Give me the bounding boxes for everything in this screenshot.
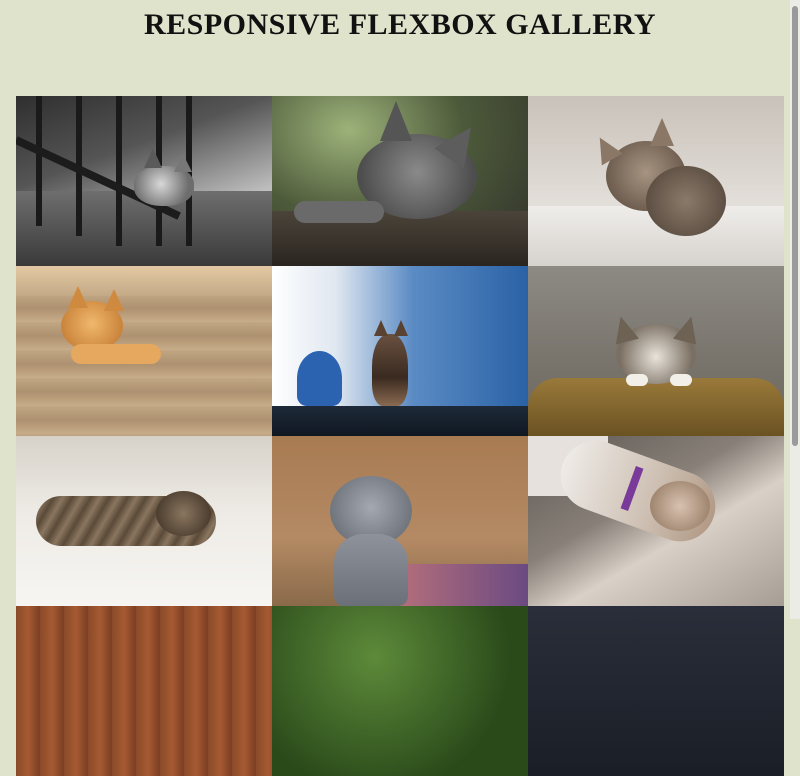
gallery-image[interactable] <box>16 436 272 606</box>
vertical-scrollbar[interactable] <box>790 0 800 619</box>
gallery-image[interactable] <box>528 606 784 776</box>
gallery-image[interactable] <box>272 606 528 776</box>
gallery-image[interactable] <box>272 266 528 436</box>
gallery-image[interactable] <box>16 96 272 266</box>
gallery-image[interactable] <box>528 436 784 606</box>
gallery-image[interactable] <box>16 266 272 436</box>
gallery-image[interactable] <box>528 266 784 436</box>
gallery <box>16 96 784 776</box>
gallery-image[interactable] <box>272 96 528 266</box>
gallery-image[interactable] <box>16 606 272 776</box>
gallery-image[interactable] <box>272 436 528 606</box>
gallery-image[interactable] <box>528 96 784 266</box>
kitten <box>372 334 408 406</box>
kitten <box>134 166 194 206</box>
page-title: RESPONSIVE FLEXBOX GALLERY <box>143 8 657 41</box>
scrollbar-thumb[interactable] <box>792 6 798 446</box>
